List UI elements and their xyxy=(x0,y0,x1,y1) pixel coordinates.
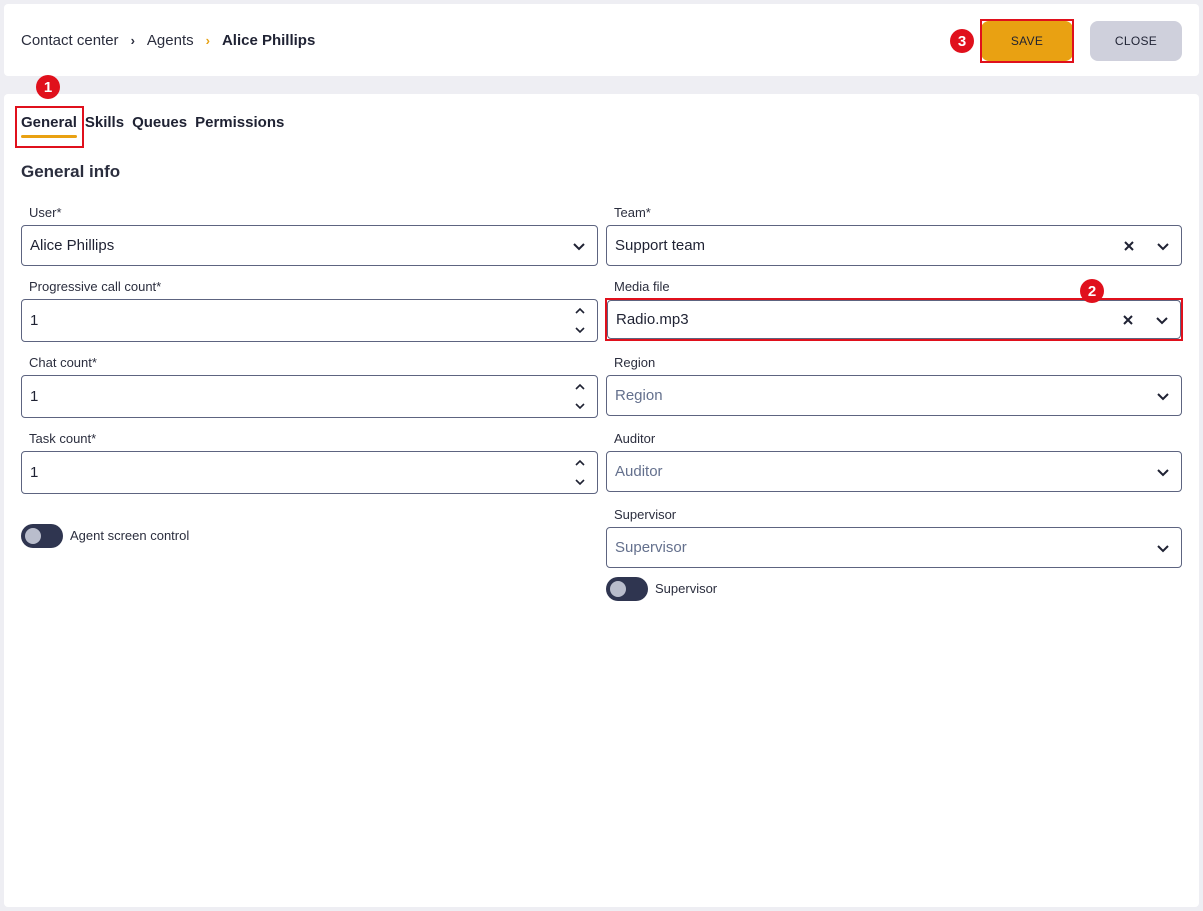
chevron-down-icon[interactable] xyxy=(571,238,587,254)
supervisor-select[interactable]: Supervisor xyxy=(606,527,1182,568)
callout-badge-3: 3 xyxy=(950,29,974,53)
user-select[interactable]: Alice Phillips xyxy=(21,225,598,266)
media-file-select[interactable]: Radio.mp3 xyxy=(607,300,1181,339)
section-title: General info xyxy=(21,162,121,181)
progressive-call-count-input[interactable]: 1 xyxy=(21,299,598,342)
close-icon[interactable] xyxy=(1120,312,1136,328)
chat-count-label: Chat count* xyxy=(29,355,97,370)
chevron-down-icon[interactable] xyxy=(1155,388,1171,404)
stepper xyxy=(573,380,587,413)
chevron-down-icon[interactable] xyxy=(1155,540,1171,556)
chevron-up-icon[interactable] xyxy=(573,304,587,318)
tab-queues[interactable]: Queues xyxy=(132,114,187,131)
breadcrumb: Contact center › Agents › Alice Phillips xyxy=(21,32,315,49)
team-value: Support team xyxy=(615,237,706,254)
task-count-input[interactable]: 1 xyxy=(21,451,598,494)
chevron-right-icon: › xyxy=(205,33,210,48)
task-count-value: 1 xyxy=(30,464,39,481)
supervisor-toggle-label: Supervisor xyxy=(655,581,718,596)
media-file-value: Radio.mp3 xyxy=(616,311,689,328)
breadcrumb-current: Alice Phillips xyxy=(221,32,316,49)
chevron-down-icon[interactable] xyxy=(1155,238,1171,254)
team-select[interactable]: Support team xyxy=(606,225,1182,266)
region-select[interactable]: Region xyxy=(606,375,1182,416)
chat-count-input[interactable]: 1 xyxy=(21,375,598,418)
chevron-down-icon[interactable] xyxy=(573,399,587,413)
save-button[interactable]: SAVE xyxy=(981,21,1073,61)
breadcrumb-contact-center[interactable]: Contact center xyxy=(21,32,119,49)
breadcrumb-agents[interactable]: Agents xyxy=(147,32,194,49)
callout-badge-1: 1 xyxy=(36,75,60,99)
progressive-call-count-label: Progressive call count* xyxy=(29,279,162,294)
media-file-label: Media file xyxy=(614,279,670,294)
tab-permissions[interactable]: Permissions xyxy=(195,114,284,131)
chevron-down-icon[interactable] xyxy=(1155,464,1171,480)
supervisor-toggle[interactable] xyxy=(606,577,648,601)
top-bar: Contact center › Agents › Alice Phillips… xyxy=(4,4,1199,76)
agent-screen-control-toggle[interactable] xyxy=(21,524,63,548)
close-icon[interactable] xyxy=(1121,238,1137,254)
chevron-up-icon[interactable] xyxy=(573,380,587,394)
stepper xyxy=(573,304,587,337)
agent-screen-control-label: Agent screen control xyxy=(70,528,190,543)
chevron-down-icon[interactable] xyxy=(573,475,587,489)
task-count-label: Task count* xyxy=(29,431,97,446)
chat-count-value: 1 xyxy=(30,388,39,405)
tab-bar: General Skills Queues Permissions xyxy=(21,114,284,138)
chevron-up-icon[interactable] xyxy=(573,456,587,470)
region-placeholder: Region xyxy=(615,387,663,404)
supervisor-label: Supervisor xyxy=(614,507,677,522)
auditor-placeholder: Auditor xyxy=(615,463,663,480)
progressive-call-count-value: 1 xyxy=(30,312,39,329)
region-label: Region xyxy=(614,355,656,370)
chevron-right-icon: › xyxy=(130,33,135,48)
main-panel: General Skills Queues Permissions Genera… xyxy=(4,94,1199,907)
auditor-label: Auditor xyxy=(614,431,656,446)
callout-badge-2: 2 xyxy=(1080,279,1104,303)
tab-general[interactable]: General xyxy=(21,114,77,138)
close-button[interactable]: CLOSE xyxy=(1090,21,1182,61)
chevron-down-icon[interactable] xyxy=(573,323,587,337)
tab-skills[interactable]: Skills xyxy=(85,114,124,131)
stepper xyxy=(573,456,587,489)
user-label: User* xyxy=(29,205,62,220)
supervisor-placeholder: Supervisor xyxy=(615,539,687,556)
team-label: Team* xyxy=(614,205,651,220)
chevron-down-icon[interactable] xyxy=(1154,312,1170,328)
user-value: Alice Phillips xyxy=(30,237,115,254)
auditor-select[interactable]: Auditor xyxy=(606,451,1182,492)
